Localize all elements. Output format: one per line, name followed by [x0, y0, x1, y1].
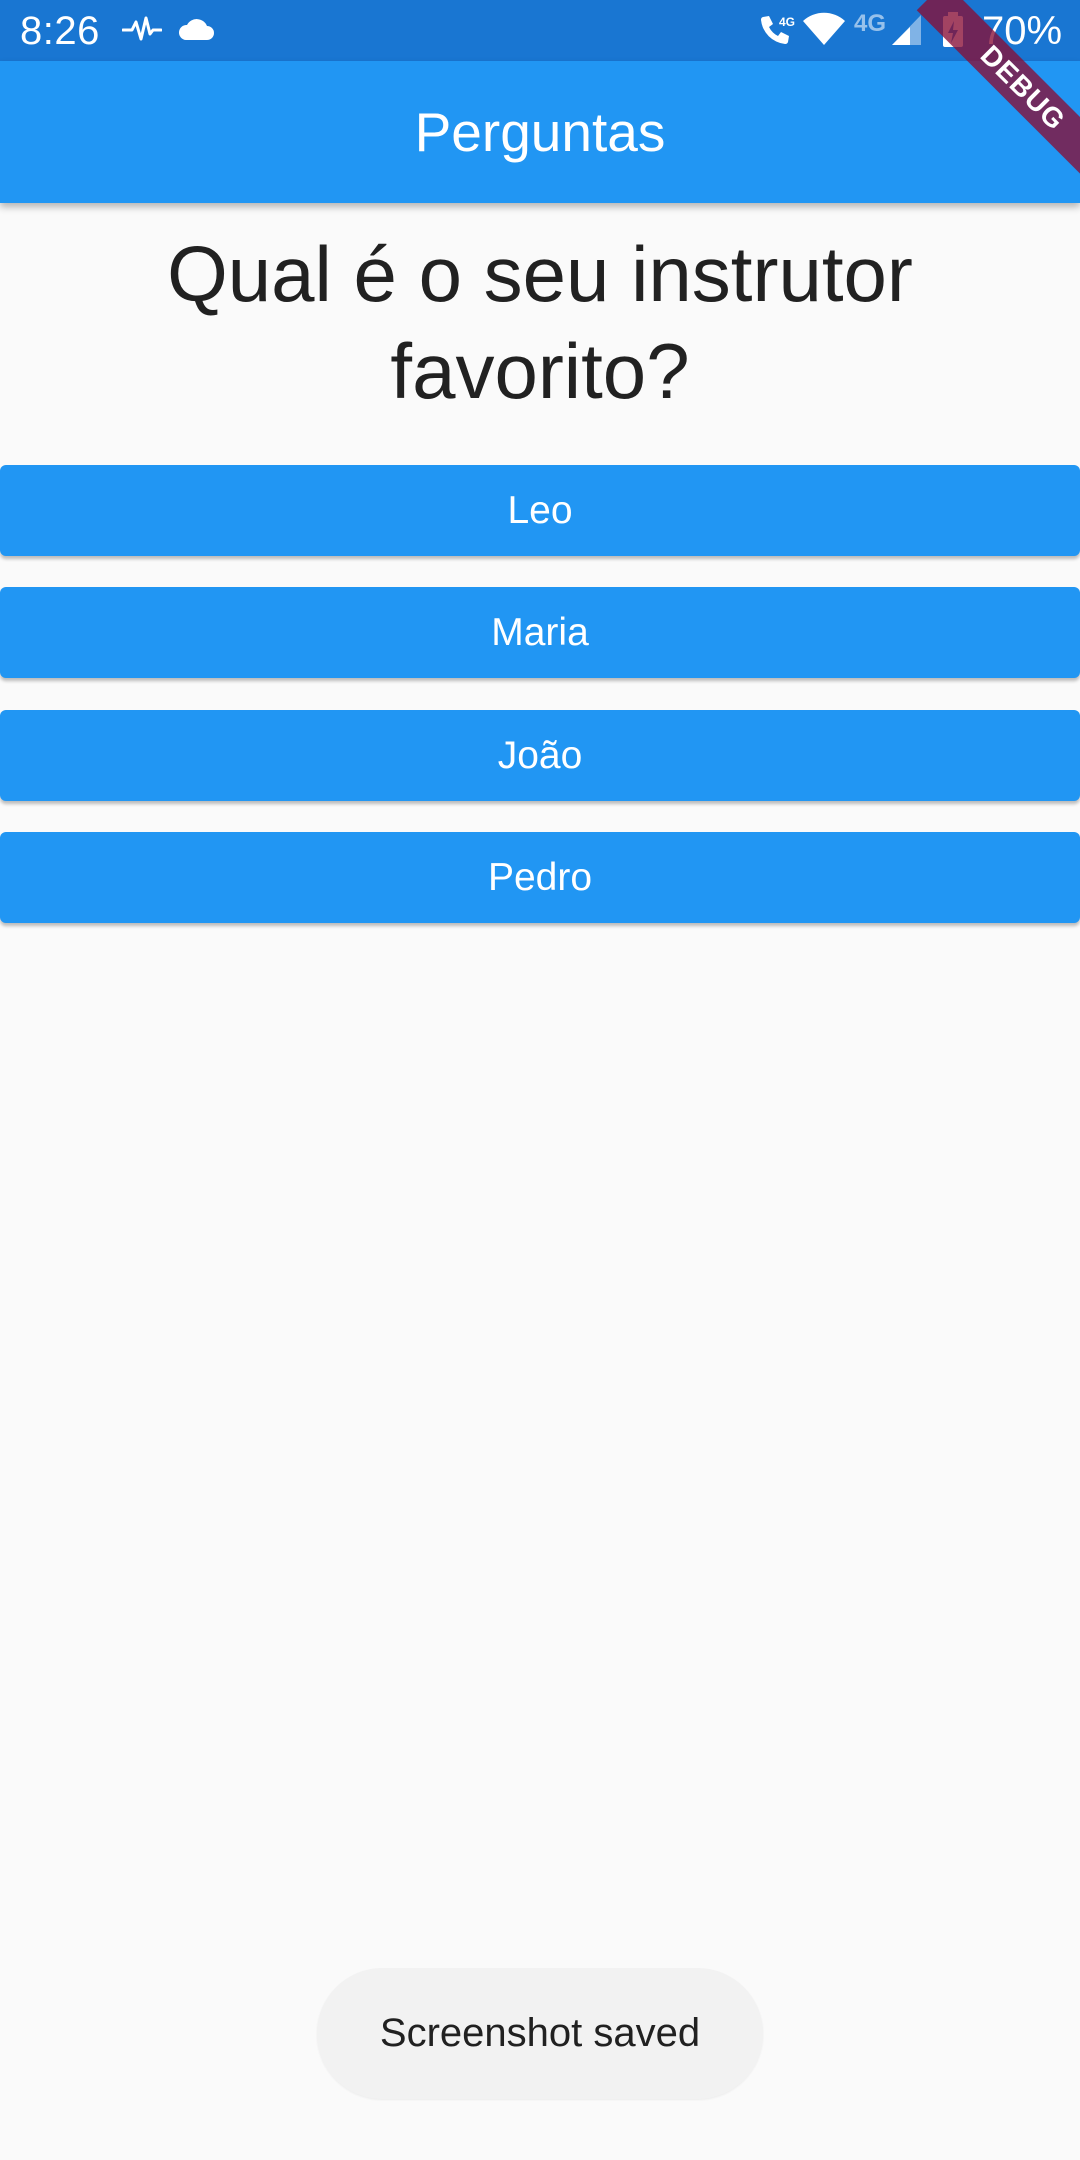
wifi-calling-icon: 4G	[756, 12, 796, 48]
network-type-label: 4G	[854, 10, 887, 37]
answer-button-leo[interactable]: Leo	[0, 465, 1080, 556]
activity-icon	[122, 12, 162, 48]
answer-button-maria[interactable]: Maria	[0, 587, 1080, 678]
cloud-icon	[176, 12, 216, 48]
wifi-icon	[802, 12, 846, 48]
toast-message: Screenshot saved	[317, 1968, 763, 2099]
status-time: 8:26	[20, 9, 100, 53]
question-text: Qual é o seu instrutor favorito?	[167, 230, 913, 415]
answer-button-pedro[interactable]: Pedro	[0, 832, 1080, 923]
answer-button-joao[interactable]: João	[0, 710, 1080, 801]
app-bar: Perguntas	[0, 61, 1080, 203]
signal-icon	[890, 12, 924, 48]
svg-text:4G: 4G	[779, 15, 795, 29]
app-bar-title: Perguntas	[414, 101, 666, 163]
